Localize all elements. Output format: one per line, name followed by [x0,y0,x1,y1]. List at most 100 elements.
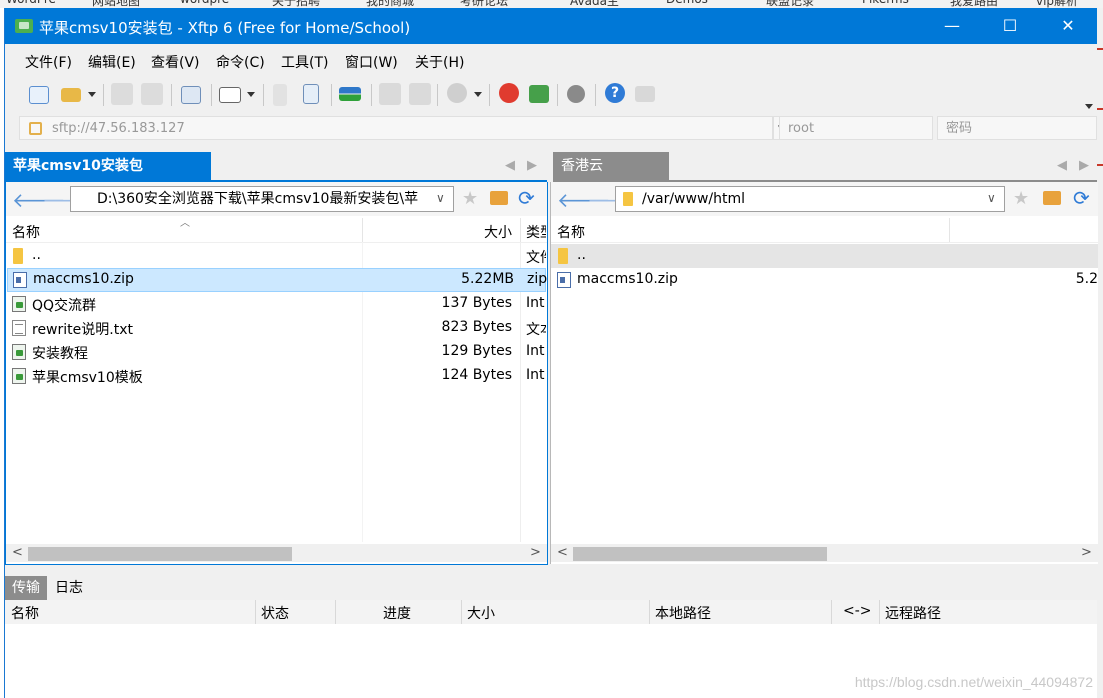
list-item[interactable]: QQ交流群 137 Bytes Int [6,292,547,316]
list-item[interactable]: .. 文件 [6,244,547,268]
scroll-left-icon[interactable]: < [12,544,23,562]
scroll-left-icon[interactable]: < [557,544,568,562]
list-item[interactable]: rewrite说明.txt 823 Bytes 文本 [6,316,547,340]
left-tab-prev-icon[interactable]: ◀ [505,158,515,173]
list-item[interactable]: maccms10.zip 5.2 [551,268,1098,292]
home-folder-icon[interactable] [490,191,508,205]
tab-local[interactable]: 苹果cmsv10安装包 [5,152,211,180]
list-item[interactable]: 安装教程 129 Bytes Int [6,340,547,364]
watermark: https://blog.csdn.net/weixin_44094872 [854,674,1093,690]
address-bar: sftp://47.56.183.127 ▾ root 密码 [19,116,1097,142]
scroll-thumb[interactable] [28,547,292,561]
xshell-icon[interactable] [499,83,519,103]
internet-shortcut-icon [12,344,26,360]
left-tab-next-icon[interactable]: ▶ [527,158,537,173]
tab-transfer[interactable]: 传输 [5,576,47,600]
host-input[interactable]: sftp://47.56.183.127 [19,116,773,140]
col-xfer-name[interactable]: 名称 [11,603,39,623]
menu-about[interactable]: 关于(H) [415,52,464,72]
col-type[interactable]: 类型 [526,222,546,242]
transfer-column-header: 名称 状态 进度 大小 本地路径 <-> 远程路径 [5,600,1097,625]
background-bookmark: 网站地图 [92,0,141,8]
menu-edit[interactable]: 编辑(E) [88,52,136,72]
window-title: 苹果cmsv10安装包 - Xftp 6 (Free for Home/Scho… [39,19,411,37]
chat-icon[interactable] [635,86,655,102]
tab-log[interactable]: 日志 [55,576,83,600]
minimize-button[interactable]: — [923,8,981,44]
internet-shortcut-icon [12,296,26,312]
background-bookmark: Pikerms [862,0,909,6]
scroll-right-icon[interactable]: > [530,544,541,562]
background-bookmark: 联盟记录 [766,0,815,8]
remote-path-bar: 🡐 🡒 /var/www/html ∨ ★ ⟳ [551,182,1098,216]
col-xfer-remote-path[interactable]: 远程路径 [885,603,941,623]
col-xfer-size[interactable]: 大小 [467,603,495,623]
local-path-input[interactable]: D:\360安全浏览器下载\苹果cmsv10最新安装包\苹 [70,186,454,212]
disconnect-icon[interactable] [141,83,163,105]
bookmark-star-icon[interactable]: ★ [1013,188,1029,209]
col-name[interactable]: 名称 [557,222,585,242]
username-input[interactable]: root [779,116,933,140]
col-xfer-progress[interactable]: 进度 [383,603,411,623]
gear-icon[interactable] [567,85,585,103]
menu-view[interactable]: 查看(V) [151,52,200,72]
globe-icon[interactable] [447,83,467,103]
remote-path-dropdown-icon[interactable]: ∨ [987,191,996,205]
open-folder-icon[interactable] [61,88,81,102]
paste-icon[interactable] [409,83,431,105]
menu-file[interactable]: 文件(F) [25,52,72,72]
local-path-dropdown-icon[interactable]: ∨ [436,191,445,205]
refresh-icon[interactable]: ⟳ [518,186,535,210]
list-item[interactable]: .. [551,244,1098,268]
local-file-panel: 🡐 🡒 D:\360安全浏览器下载\苹果cmsv10最新安装包\苹 ∨ ★ ⟳ … [5,182,548,565]
menu-command[interactable]: 命令(C) [216,52,265,72]
col-xfer-local-path[interactable]: 本地路径 [655,603,711,623]
open-dropdown-caret[interactable] [88,92,96,97]
background-bookmark: vip解析 [1036,0,1079,8]
toolbar-overflow-caret[interactable] [1085,104,1093,109]
background-bookmark: WordPre [6,0,56,6]
page-icon[interactable] [273,84,287,106]
copy-icon[interactable] [379,83,401,105]
remote-path-input[interactable]: /var/www/html [615,186,1005,212]
menu-tools[interactable]: 工具(T) [281,52,328,72]
folder-icon [623,192,633,206]
list-item-selected[interactable]: maccms10.zip 5.22MB zip [7,268,547,292]
right-tab-prev-icon[interactable]: ◀ [1057,158,1067,173]
col-xfer-status[interactable]: 状态 [261,603,289,623]
tab-remote[interactable]: 香港云 [553,152,669,180]
connect-icon[interactable] [111,83,133,105]
home-folder-icon[interactable] [1043,191,1061,205]
right-tab-next-icon[interactable]: ▶ [1079,158,1089,173]
xftp-icon[interactable] [529,85,549,103]
local-horizontal-scrollbar[interactable]: < > [6,544,547,562]
menu-window[interactable]: 窗口(W) [345,52,398,72]
maximize-button[interactable]: ☐ [981,8,1039,44]
import-icon[interactable] [303,84,319,104]
local-path-bar: 🡐 🡒 D:\360安全浏览器下载\苹果cmsv10最新安装包\苹 ∨ ★ ⟳ [6,182,547,216]
transfer-direction-icon[interactable] [339,87,361,101]
col-size[interactable]: 大小 [484,222,512,242]
play-icon[interactable] [219,87,241,103]
help-icon[interactable]: ? [605,83,625,103]
password-input[interactable]: 密码 [937,116,1097,140]
background-bookmark: 我爱路由 [950,0,999,8]
list-item[interactable]: 苹果cmsv10模板 124 Bytes Int [6,364,547,388]
bookmark-star-icon[interactable]: ★ [462,188,478,209]
lock-icon [29,122,42,135]
new-session-icon[interactable] [29,86,49,104]
scroll-right-icon[interactable]: > [1081,544,1092,562]
col-name[interactable]: 名称 [12,222,40,242]
refresh-icon[interactable]: ⟳ [1073,186,1090,210]
session-properties-icon[interactable] [181,86,201,104]
play-dropdown-caret[interactable] [247,92,255,97]
background-bookmark: 我的商城 [366,0,415,8]
scroll-thumb[interactable] [573,547,827,561]
globe-dropdown-caret[interactable] [474,92,482,97]
background-bookmark: Avada主 [570,0,619,8]
close-button[interactable]: ✕ [1039,8,1097,44]
col-xfer-direction[interactable]: <-> [843,603,872,619]
folder-icon [13,248,23,264]
title-bar[interactable]: 苹果cmsv10安装包 - Xftp 6 (Free for Home/Scho… [5,8,1097,44]
remote-horizontal-scrollbar[interactable]: < > [551,544,1098,562]
